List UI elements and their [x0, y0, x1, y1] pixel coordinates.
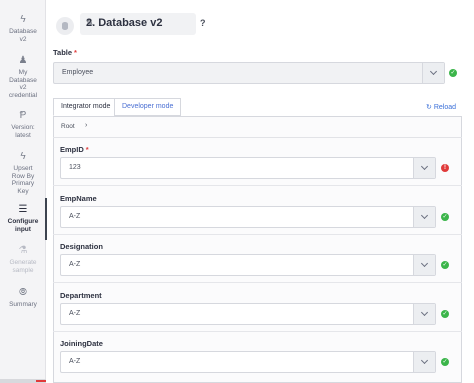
- field-label-department: Department: [60, 291, 102, 300]
- tab-integrator-mode[interactable]: Integrator mode: [53, 98, 119, 116]
- lightning-icon: ϟ: [20, 14, 26, 25]
- help-icon[interactable]: ?: [200, 18, 206, 28]
- flask-icon: ⚗: [18, 245, 28, 256]
- chevron-down-icon[interactable]: [413, 255, 435, 275]
- field-input-designation[interactable]: A-Z: [60, 254, 436, 276]
- chevron-down-icon[interactable]: [422, 63, 444, 83]
- step-credential[interactable]: ♟ My Database v2 credential: [0, 55, 46, 99]
- field-input-joiningdate[interactable]: A-Z: [60, 351, 436, 373]
- table-select-value: Employee: [62, 69, 94, 76]
- field-input-empid[interactable]: 123: [60, 157, 436, 179]
- tab-developer-mode[interactable]: Developer mode: [114, 98, 182, 116]
- table-select[interactable]: Employee: [53, 62, 445, 84]
- database-icon: [56, 17, 74, 35]
- error-icon: !: [441, 164, 449, 172]
- check-icon: ✓: [441, 261, 449, 269]
- pencil-icon[interactable]: ✎: [86, 18, 191, 29]
- check-icon: ✓: [441, 310, 449, 318]
- row-divider: [53, 185, 462, 186]
- progress-indicator: [36, 380, 46, 382]
- step-generate-sample: ⚗ Generate sample: [0, 245, 46, 274]
- chevron-down-icon[interactable]: [413, 304, 435, 324]
- binoculars-icon: ⦾: [19, 287, 27, 298]
- reload-button[interactable]: ↻ Reload: [426, 103, 456, 111]
- step-summary[interactable]: ⦾ Summary: [0, 287, 46, 309]
- field-label-designation: Designation: [60, 242, 103, 251]
- field-label-empname: EmpName: [60, 194, 97, 203]
- row-divider: [53, 331, 462, 332]
- row-divider: [53, 282, 462, 283]
- field-input-department[interactable]: A-Z: [60, 303, 436, 325]
- breadcrumb-root[interactable]: Root: [61, 123, 75, 130]
- row-divider: [53, 234, 462, 235]
- check-icon: ✓: [441, 358, 449, 366]
- chevron-down-icon[interactable]: [413, 352, 435, 372]
- check-icon: ✓: [441, 213, 449, 221]
- version-icon: Ᵽ: [19, 110, 27, 121]
- lightning-icon: ϟ: [20, 151, 26, 162]
- chevron-down-icon[interactable]: [413, 207, 435, 227]
- field-label-empid: EmpID *: [60, 145, 89, 154]
- user-icon: ♟: [18, 55, 28, 66]
- step-action[interactable]: ϟ Upsert Row By Primary Key: [0, 151, 46, 195]
- table-label: Table *: [53, 48, 77, 57]
- step-sidebar: ϟ Database v2 ♟ My Database v2 credential Ᵽ …: [0, 0, 47, 383]
- check-icon: ✓: [449, 69, 457, 77]
- chevron-down-icon[interactable]: [413, 158, 435, 178]
- step-configure-input[interactable]: ☰ Configure input: [0, 198, 47, 240]
- step-database[interactable]: ϟ Database v2: [0, 14, 46, 43]
- field-label-joiningdate: JoiningDate: [60, 339, 103, 348]
- menu-icon: ☰: [18, 204, 28, 215]
- breadcrumb: Root ›: [53, 116, 462, 138]
- step-version[interactable]: Ᵽ Version: latest: [0, 110, 46, 139]
- field-input-empname[interactable]: A-Z: [60, 206, 436, 228]
- chevron-right-icon: ›: [85, 122, 88, 129]
- step-title-box[interactable]: 2. Database v2 ✎: [80, 13, 196, 35]
